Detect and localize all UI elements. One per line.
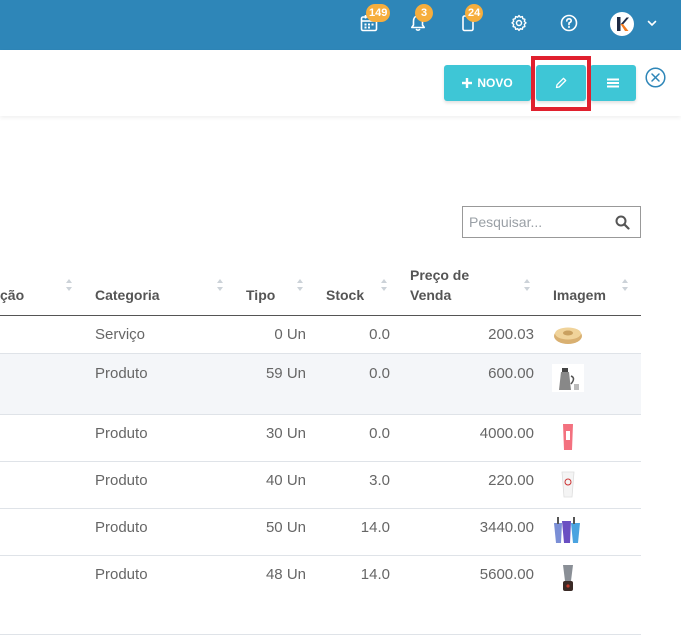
notifications-badge: 3 xyxy=(415,4,433,22)
close-button[interactable] xyxy=(645,67,666,93)
cell-stock: 0.0 xyxy=(369,365,390,382)
cell-preco: 4000.00 xyxy=(479,425,534,442)
action-toolbar: NOVO xyxy=(0,50,681,116)
sort-icon[interactable] xyxy=(65,276,73,294)
cell-categoria: Produto xyxy=(95,566,148,583)
kettle-thumbnail[interactable] xyxy=(552,364,584,392)
tasks-button[interactable]: 24 xyxy=(457,4,484,34)
table-row[interactable]: Serviço 0 Un 0.0 200.03 xyxy=(0,316,641,354)
cell-categoria: Produto xyxy=(95,365,148,382)
column-header-tipo[interactable]: Tipo xyxy=(246,287,275,303)
column-header-preco-line2[interactable]: Venda xyxy=(410,287,451,303)
help-button[interactable] xyxy=(558,12,580,34)
user-menu-toggle[interactable] xyxy=(646,16,658,34)
plus-icon xyxy=(462,78,473,88)
column-header-stock[interactable]: Stock xyxy=(326,287,364,303)
calendar-badge: 149 xyxy=(366,4,391,22)
white-cup-thumbnail[interactable] xyxy=(552,470,584,498)
search-icon[interactable] xyxy=(615,215,630,230)
column-header-preco-line1[interactable]: Preço de xyxy=(410,267,469,283)
cell-categoria: Serviço xyxy=(95,326,146,343)
table-row[interactable]: Produto 30 Un 0.0 4000.00 xyxy=(0,415,641,462)
sort-icon[interactable] xyxy=(621,276,629,294)
colored-cups-thumbnail[interactable] xyxy=(552,517,584,545)
cell-stock: 0.0 xyxy=(369,425,390,442)
close-circle-icon xyxy=(645,67,666,88)
sort-icon[interactable] xyxy=(296,276,304,294)
cell-tipo: 50 Un xyxy=(265,519,306,536)
sort-icon[interactable] xyxy=(380,276,388,294)
table-row[interactable]: Produto 48 Un 14.0 5600.00 xyxy=(0,556,641,603)
cell-preco: 600.00 xyxy=(488,365,534,382)
table-row[interactable]: Produto 50 Un 14.0 3440.00 xyxy=(0,509,641,556)
table-footer-divider xyxy=(0,634,641,635)
cell-stock: 0.0 xyxy=(369,326,390,343)
cell-preco: 3440.00 xyxy=(479,519,534,536)
cell-tipo: 59 Un xyxy=(265,365,306,382)
table-row[interactable]: Produto 59 Un 0.0 600.00 xyxy=(0,354,641,415)
blender-thumbnail[interactable] xyxy=(552,564,584,592)
cell-tipo: 30 Un xyxy=(265,425,306,442)
edit-button[interactable] xyxy=(536,65,586,101)
pink-cup-thumbnail[interactable] xyxy=(552,423,584,451)
top-bar: 149 3 24 xyxy=(0,0,681,50)
k-logo-icon xyxy=(617,17,629,31)
pencil-icon xyxy=(555,77,567,89)
tasks-badge: 24 xyxy=(465,4,484,22)
new-button-label: NOVO xyxy=(477,76,513,90)
table-row[interactable]: Produto 40 Un 3.0 220.00 xyxy=(0,462,641,509)
cell-categoria: Produto xyxy=(95,519,148,536)
gear-icon xyxy=(511,14,527,32)
list-menu-button[interactable] xyxy=(590,65,636,101)
cell-stock: 14.0 xyxy=(360,566,390,583)
search-box xyxy=(462,206,641,238)
cell-tipo: 40 Un xyxy=(265,472,306,489)
calendar-button[interactable]: 149 xyxy=(358,4,391,34)
settings-button[interactable] xyxy=(508,12,530,34)
column-header-imagem[interactable]: Imagem xyxy=(553,287,606,303)
sort-icon[interactable] xyxy=(216,276,224,294)
cell-preco: 5600.00 xyxy=(479,566,534,583)
new-button[interactable]: NOVO xyxy=(444,65,531,101)
notifications-button[interactable]: 3 xyxy=(407,4,433,34)
cell-stock: 3.0 xyxy=(369,472,390,489)
column-header-categoria[interactable]: Categoria xyxy=(95,287,160,303)
cell-tipo: 48 Un xyxy=(265,566,306,583)
sort-icon[interactable] xyxy=(523,276,531,294)
user-avatar[interactable] xyxy=(610,12,634,36)
cell-categoria: Produto xyxy=(95,472,148,489)
cell-stock: 14.0 xyxy=(360,519,390,536)
column-header-descricao[interactable]: ção xyxy=(0,287,24,303)
cell-categoria: Produto xyxy=(95,425,148,442)
chevron-down-icon xyxy=(647,20,657,27)
cell-preco: 220.00 xyxy=(488,472,534,489)
cell-tipo: 0 Un xyxy=(274,326,306,343)
menu-icon xyxy=(607,78,619,88)
round-cake-thumbnail[interactable] xyxy=(552,320,584,348)
search-input[interactable] xyxy=(463,208,608,236)
help-icon xyxy=(560,14,578,32)
cell-preco: 200.03 xyxy=(488,326,534,343)
